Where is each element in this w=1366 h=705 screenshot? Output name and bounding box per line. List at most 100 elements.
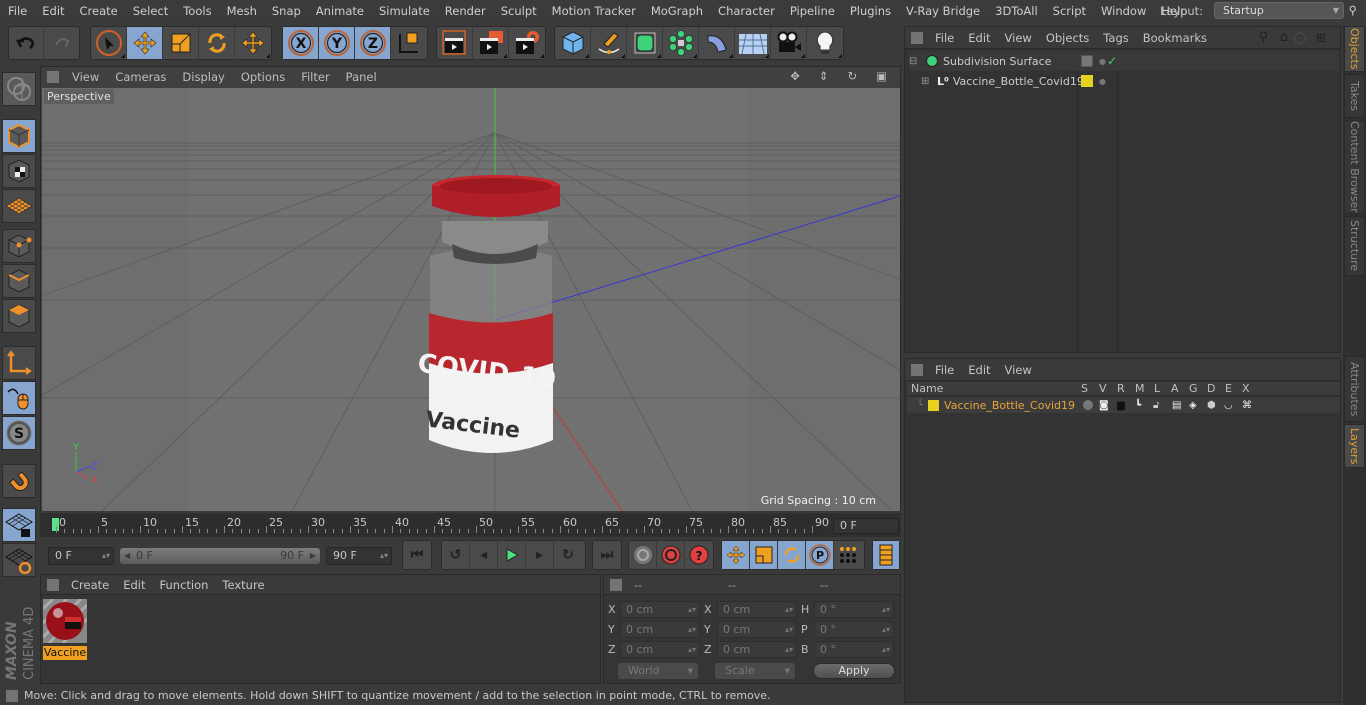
light-icon[interactable] — [807, 27, 843, 59]
go-to-end-icon[interactable]: ⏭ — [593, 541, 621, 569]
manager-toggle-icon[interactable]: ┗ — [1135, 400, 1141, 411]
collapse-icon[interactable]: ⊟ — [909, 56, 921, 67]
tab-attributes[interactable]: Attributes — [1344, 356, 1365, 422]
3d-viewport[interactable]: COVID-19 Vaccine Y Z X Perspective Grid … — [42, 88, 900, 511]
column-animation[interactable]: A — [1171, 382, 1179, 395]
layer-color-swatch[interactable] — [1081, 75, 1093, 87]
menu-sculpt[interactable]: Sculpt — [493, 4, 544, 18]
start-frame-field[interactable]: 0 F ▴▾ — [48, 547, 114, 565]
object-menu-view[interactable]: View — [999, 31, 1040, 45]
render-toggle-icon[interactable]: ▆ — [1117, 400, 1125, 411]
frame-range-slider[interactable]: ◀ 0 F 90 F ▶ — [120, 548, 320, 564]
rotate-view-icon[interactable]: ↻ — [840, 69, 866, 83]
panel-grip[interactable] — [610, 578, 622, 591]
lock-workplane-icon[interactable] — [2, 508, 36, 542]
menu-create[interactable]: Create — [72, 4, 125, 18]
spinner-icon[interactable]: ▴▾ — [882, 642, 890, 657]
snap-icon[interactable] — [2, 464, 36, 498]
key-point-level-icon[interactable] — [834, 541, 862, 569]
viewport-menu-filter[interactable]: Filter — [294, 70, 338, 84]
spinner-icon[interactable]: ▴▾ — [785, 622, 793, 637]
polygons-mode-icon[interactable] — [2, 299, 36, 333]
tab-content-browser[interactable]: Content Browser — [1344, 120, 1365, 214]
pen-spline-icon[interactable] — [591, 27, 627, 59]
viewport-menu-cameras[interactable]: Cameras — [108, 70, 175, 84]
timeline-ruler[interactable]: 0 5 10 15 20 25 30 35 40 45 50 55 60 65 70 75 80 85 90 — [50, 515, 829, 535]
render-view-icon[interactable] — [437, 27, 473, 59]
scale-icon[interactable] — [163, 27, 199, 59]
next-key-icon[interactable]: ↻ — [554, 541, 582, 569]
layer-name[interactable]: Vaccine_Bottle_Covid19 — [944, 399, 1075, 412]
layer-menu-file[interactable]: File — [929, 363, 962, 377]
column-locked[interactable]: L — [1154, 382, 1160, 395]
menu-3dtoall[interactable]: 3DToAll — [987, 4, 1045, 18]
render-visibility-dots[interactable]: ● — [1099, 57, 1106, 66]
generators-toggle-icon[interactable]: ◈ — [1189, 400, 1197, 411]
search-icon[interactable]: ⚲ — [1252, 30, 1276, 45]
spinner-icon[interactable]: ▴▾ — [785, 602, 793, 617]
cube-icon[interactable] — [555, 27, 591, 59]
xrefs-toggle-icon[interactable]: ⌘ — [1242, 400, 1252, 411]
solo-toggle-icon[interactable] — [1083, 400, 1093, 410]
view-toggle-icon[interactable]: ◙ — [1099, 400, 1109, 411]
undo-icon[interactable] — [9, 27, 45, 59]
column-expressions[interactable]: E — [1225, 382, 1232, 395]
pan-view-icon[interactable]: ✥ — [783, 69, 809, 83]
column-generators[interactable]: G — [1189, 382, 1198, 395]
tweak-mode-icon[interactable] — [2, 381, 36, 415]
menu-file[interactable]: File — [0, 4, 34, 18]
previous-key-icon[interactable]: ↺ — [442, 541, 470, 569]
points-mode-icon[interactable] — [2, 229, 36, 263]
column-xrefs[interactable]: X — [1242, 382, 1250, 395]
y-axis-icon[interactable]: Y — [319, 27, 355, 59]
subdivision-surface-icon[interactable] — [627, 27, 663, 59]
object-menu-objects[interactable]: Objects — [1040, 31, 1097, 45]
spinner-icon[interactable]: ▴▾ — [688, 622, 696, 637]
coord-field[interactable]: 0 cm ▴▾ — [620, 621, 700, 638]
cloner-icon[interactable] — [663, 27, 699, 59]
expand-icon[interactable]: ⊞ — [921, 76, 933, 87]
menu-simulate[interactable]: Simulate — [371, 4, 437, 18]
menu-mesh[interactable]: Mesh — [219, 4, 264, 18]
tab-layers[interactable]: Layers — [1344, 424, 1365, 468]
recent-tools-icon[interactable] — [235, 27, 271, 59]
live-selection-icon[interactable] — [91, 27, 127, 59]
spinner-icon[interactable]: ▴▾ — [785, 642, 793, 657]
object-row[interactable]: ⊞ L⁰ Vaccine_Bottle_Covid19 ● — [921, 71, 1339, 91]
coord-field[interactable]: 0 ° ▴▾ — [814, 621, 894, 638]
material-menu-function[interactable]: Function — [154, 578, 217, 592]
spinner-icon[interactable]: ▴▾ — [882, 622, 890, 637]
texture-mode-icon[interactable] — [2, 154, 36, 188]
record-key-icon[interactable] — [629, 541, 657, 569]
menu-character[interactable]: Character — [710, 4, 782, 18]
make-editable-icon[interactable] — [2, 72, 36, 106]
object-name[interactable]: Subdivision Surface — [943, 55, 1051, 68]
coordinate-mode-dropdown[interactable]: World — [618, 663, 698, 679]
menu-mograph[interactable]: MoGraph — [643, 4, 710, 18]
next-frame-icon[interactable]: ▸ — [526, 541, 554, 569]
tab-takes[interactable]: Takes — [1344, 74, 1365, 118]
camera-label[interactable]: Perspective — [44, 89, 114, 104]
expressions-toggle-icon[interactable]: ◡ — [1224, 400, 1233, 411]
coordinate-system-icon[interactable] — [391, 27, 427, 59]
object-menu-edit[interactable]: Edit — [962, 31, 998, 45]
solo-mode-icon[interactable]: S — [2, 416, 36, 450]
menu-render[interactable]: Render — [437, 4, 493, 18]
menu-pipeline[interactable]: Pipeline — [782, 4, 842, 18]
material-menu-texture[interactable]: Texture — [216, 578, 272, 592]
column-name[interactable]: Name — [911, 382, 943, 395]
go-to-start-icon[interactable]: ⏮ — [403, 541, 431, 569]
timeline-window-icon[interactable] — [873, 541, 899, 569]
floor-icon[interactable] — [735, 27, 771, 59]
layer-color-swatch[interactable] — [928, 399, 940, 411]
object-menu-file[interactable]: File — [929, 31, 962, 45]
rotate-icon[interactable] — [199, 27, 235, 59]
search-icon[interactable]: ⚲ — [1341, 3, 1364, 17]
layout-dropdown[interactable]: Startup — [1214, 2, 1344, 19]
menu-edit[interactable]: Edit — [34, 4, 71, 18]
column-solo[interactable]: S — [1081, 382, 1088, 395]
viewport-menu-view[interactable]: View — [65, 70, 108, 84]
panel-grip[interactable] — [911, 363, 923, 376]
menu-select[interactable]: Select — [125, 4, 175, 18]
panel-grip[interactable] — [6, 689, 18, 702]
